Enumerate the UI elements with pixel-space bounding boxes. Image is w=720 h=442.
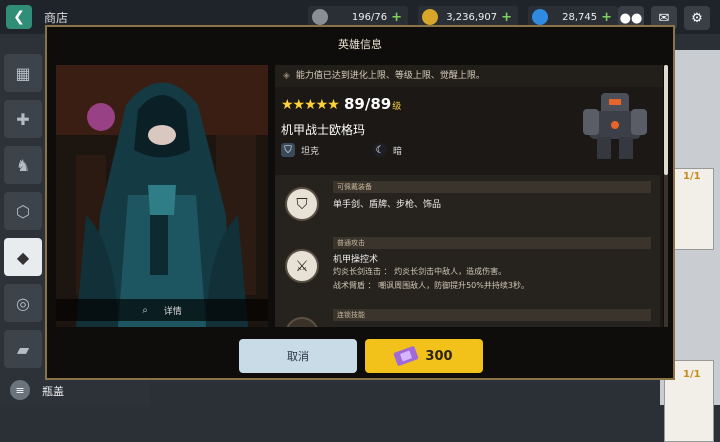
back-button[interactable]: ❮: [6, 5, 32, 29]
stamina-icon: [312, 9, 328, 25]
normal-attack-name: 机甲操控术: [333, 255, 379, 265]
stock-count: 1/1: [683, 171, 701, 182]
limit-notice: ◈ 能力值已达到进化上限、等级上限、觉醒上限。: [275, 65, 663, 87]
level-unit: 级: [392, 102, 402, 112]
sidebar-item-ticket[interactable]: ◆: [4, 238, 42, 276]
element-tag: ☾ 暗: [373, 143, 402, 157]
mech-model-image: [575, 85, 655, 163]
back-arrow-icon: ❮: [13, 9, 25, 25]
sidebar-item-hero[interactable]: ♞: [4, 146, 42, 184]
chain-skill-icon: ✦: [285, 317, 319, 327]
hero-name: 机甲战士欧格玛: [281, 123, 366, 137]
level-display: 89/89级: [344, 95, 401, 113]
normal-attack-desc-1: 灼炎长剑连击 ： 灼炎长剑击中敌人，造成伤害。: [333, 267, 507, 276]
medal-icon: ◎: [16, 293, 30, 313]
details-button[interactable]: ⌕ 详情: [56, 299, 268, 321]
skills-list: ⛉ 可佩戴装备 单手剑、盾牌、步枪、饰品 ⚔ 普通攻击 机甲操控术 灼炎长剑连击…: [275, 175, 660, 327]
settings-gear-icon[interactable]: ⚙: [684, 6, 710, 30]
normal-attack-header: 普通攻击: [333, 237, 651, 249]
element-label: 暗: [393, 146, 403, 157]
scroll-thumb[interactable]: [664, 65, 668, 175]
moon-icon: ☾: [373, 143, 387, 157]
crate-icon: ▦: [15, 63, 31, 83]
shop-sidebar: ▦ ✚ ♞ ⬡ ◆ ◎ ▰: [0, 34, 46, 405]
limit-notice-text: 能力值已达到进化上限、等级上限、觉醒上限。: [295, 71, 485, 81]
add-gem-button[interactable]: +: [601, 10, 612, 25]
shield-icon: ⛉: [281, 143, 295, 157]
add-stamina-button[interactable]: +: [391, 10, 402, 25]
sidebar-item-hexagon[interactable]: ⬡: [4, 192, 42, 230]
ticket-icon: ◆: [16, 247, 30, 267]
details-label: 详情: [163, 306, 182, 317]
bottlecap-label: 瓶盖: [42, 385, 64, 398]
gold-value: 3,236,907: [446, 11, 498, 23]
sidebar-item-weapon[interactable]: ✚: [4, 100, 42, 138]
search-icon: ⌕: [142, 304, 148, 316]
role-label: 坦克: [301, 146, 320, 157]
stock-count: 1/1: [683, 369, 701, 380]
role-tag: ⛉ 坦克: [281, 143, 319, 157]
sword-icon: ✚: [16, 109, 30, 129]
equipment-list: 单手剑、盾牌、步枪、饰品: [333, 200, 442, 210]
equipment-icon: ⛉: [285, 187, 319, 221]
buy-price: 300: [425, 348, 453, 364]
cancel-button[interactable]: 取消: [239, 339, 357, 373]
buy-button[interactable]: 300: [365, 339, 483, 373]
modal-title: 英雄信息: [338, 38, 382, 51]
level-value: 89/89: [344, 95, 392, 113]
equipment-header: 可佩戴装备: [333, 181, 651, 193]
sidebar-item-medal[interactable]: ◎: [4, 284, 42, 322]
hero-info-modal: 英雄信息 ⌕ 详情 ◈ 能力值已达到进化上限、等级上限、觉醒上限。 ★★★★★ 8…: [45, 25, 675, 380]
sidebar-item-crate[interactable]: ▦: [4, 54, 42, 92]
hero-portrait: [56, 65, 268, 327]
hero-info-pane: ◈ 能力值已达到进化上限、等级上限、觉醒上限。 ★★★★★ 89/89级 机甲战士…: [275, 65, 663, 327]
sidebar-item-card[interactable]: ▰: [4, 330, 42, 368]
chain-skill-header: 连锁技能: [333, 309, 651, 321]
sword-icon: ⚔: [285, 249, 319, 283]
stamina-value: 196/76: [351, 11, 388, 23]
diamond-icon: ◈: [283, 71, 290, 81]
bottlecap-icon: ≡: [10, 380, 30, 400]
ticket-icon: [393, 345, 420, 367]
info-scrollbar[interactable]: [664, 65, 668, 327]
gem-icon: [532, 9, 548, 25]
gold-coin-icon: [422, 9, 438, 25]
hexagon-icon: ⬡: [16, 201, 30, 221]
gem-value: 28,745: [562, 11, 598, 23]
normal-attack-desc-2: 战术臂盾 ： 嘲讽周围敌人，防御提升50%并持续3秒。: [333, 281, 529, 290]
page-title: 商店: [44, 11, 69, 25]
card-icon: ▰: [16, 339, 30, 359]
hero-icon: ♞: [15, 155, 31, 175]
add-gold-button[interactable]: +: [501, 10, 512, 25]
star-rating: ★★★★★: [281, 97, 340, 113]
